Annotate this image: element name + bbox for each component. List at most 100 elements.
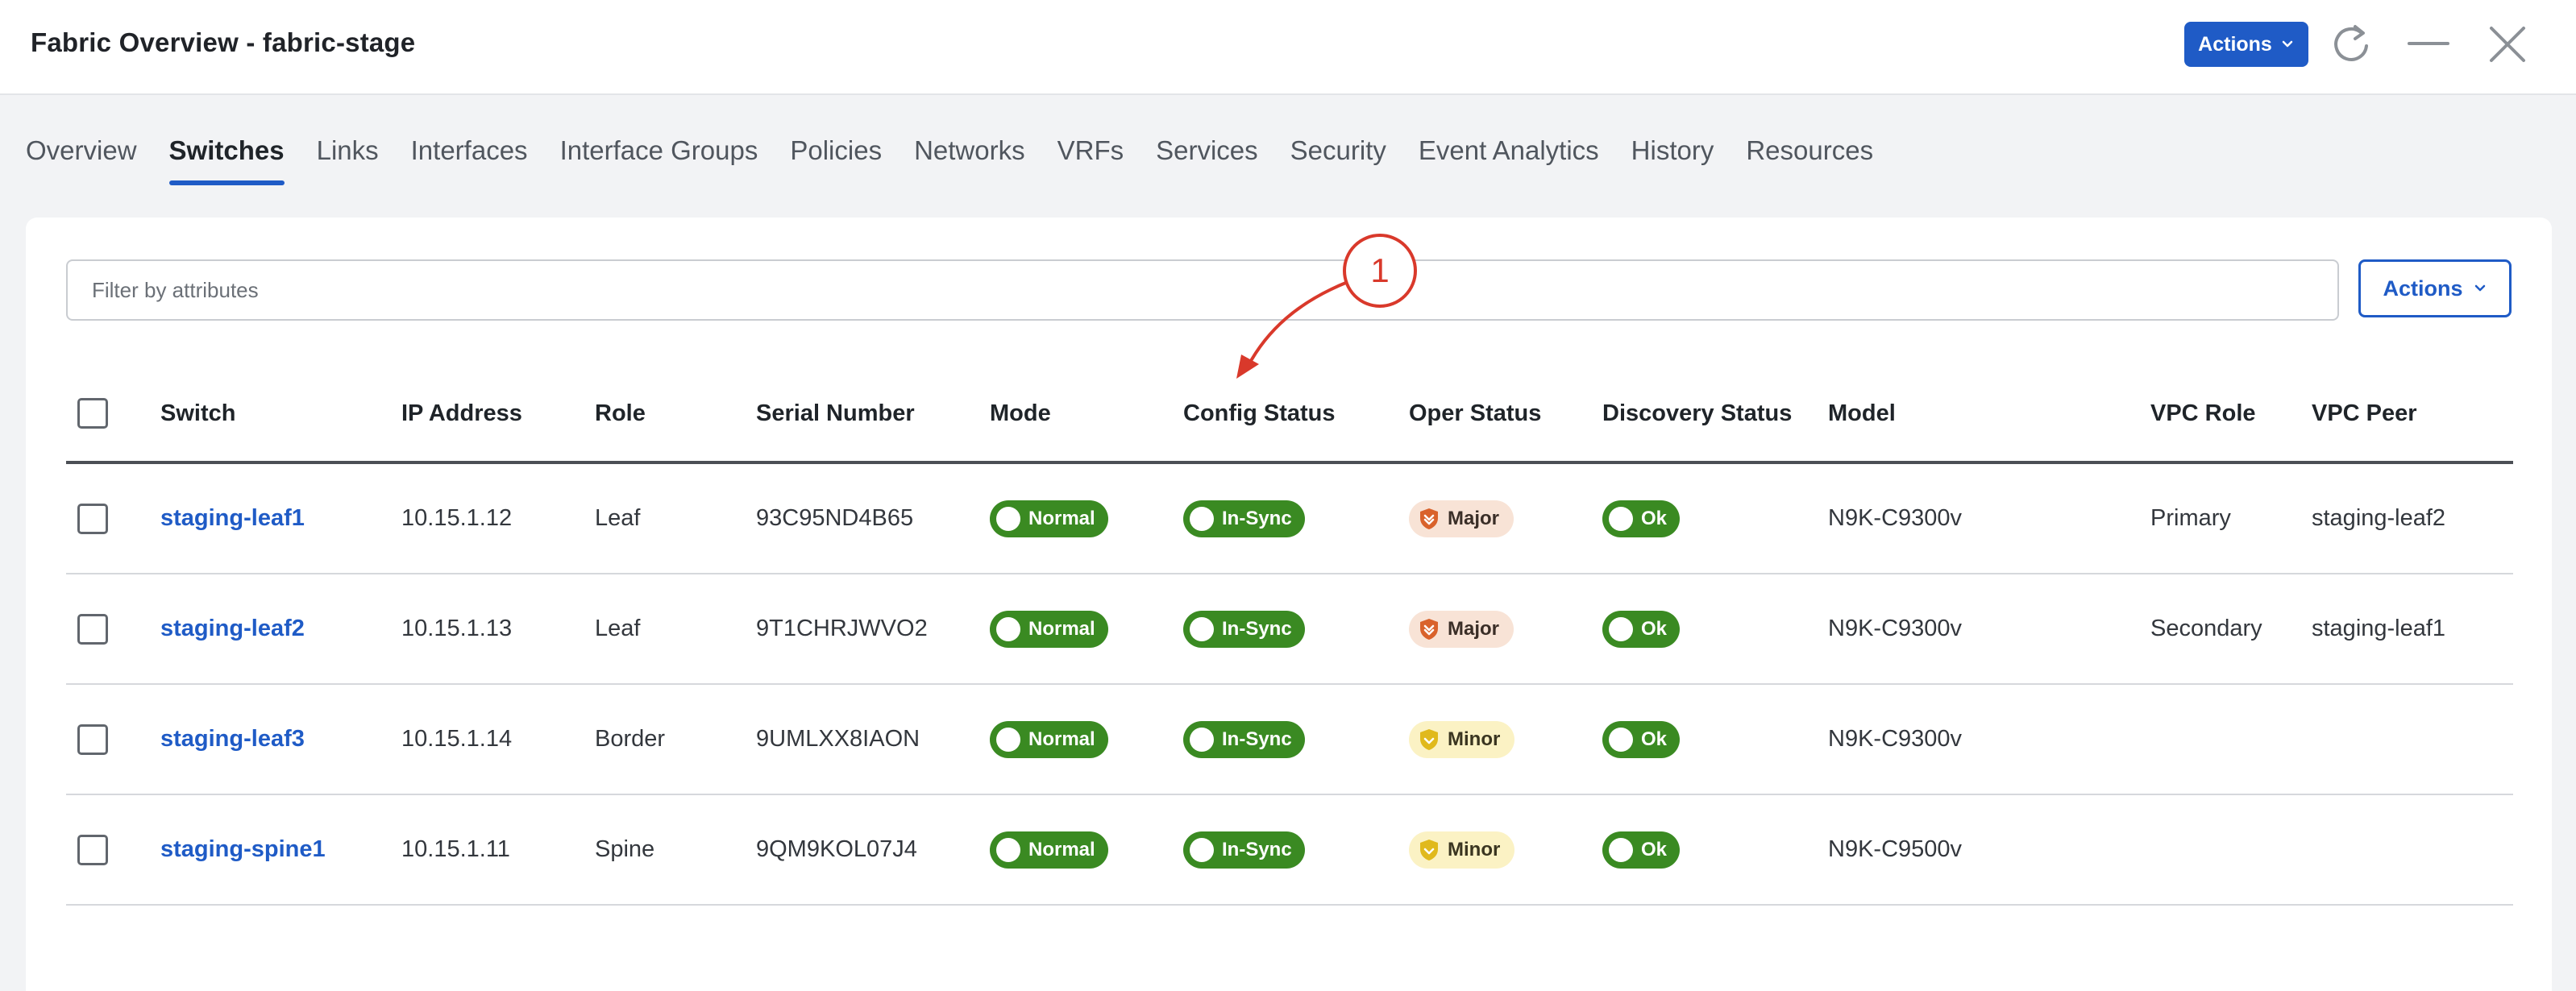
- column-header-model[interactable]: Model: [1828, 363, 1896, 464]
- mode-badge-label: Normal: [1028, 617, 1095, 640]
- switch-name-link[interactable]: staging-spine1: [160, 795, 326, 904]
- status-toggle-icon: [996, 616, 1020, 641]
- config-status-badge: In-Sync: [1183, 500, 1305, 537]
- role-cell: Border: [595, 726, 666, 752]
- refresh-icon[interactable]: [2329, 22, 2374, 67]
- column-header-discovery-status[interactable]: Discovery Status: [1602, 363, 1792, 464]
- discovery-status-badge: Ok: [1602, 610, 1681, 648]
- oper-status-cell: Minor: [1409, 685, 1515, 794]
- tab-services[interactable]: Services: [1156, 135, 1258, 185]
- oper-status-badge-label: Major: [1448, 617, 1500, 640]
- ip-address-cell: 10.15.1.14: [401, 726, 513, 752]
- mode-badge: Normal: [990, 831, 1108, 869]
- model-cell: N9K-C9300v: [1828, 505, 1963, 531]
- tab-switches[interactable]: Switches: [168, 135, 285, 185]
- oper-status-cell: Major: [1409, 464, 1514, 573]
- mode-cell: Normal: [990, 685, 1108, 794]
- oper-status-badge: Minor: [1409, 720, 1515, 758]
- chevron-down-icon: [2474, 284, 2485, 292]
- filter-input[interactable]: [66, 259, 2339, 321]
- config-status-cell: In-Sync: [1183, 574, 1305, 683]
- tab-policies[interactable]: Policies: [790, 135, 882, 185]
- minor-shield-icon: [1420, 728, 1438, 750]
- tab-event-analytics[interactable]: Event Analytics: [1419, 135, 1599, 185]
- status-toggle-icon: [1190, 506, 1214, 531]
- column-header-oper-status[interactable]: Oper Status: [1409, 363, 1541, 464]
- serial-number-cell: 9T1CHRJWVO2: [756, 616, 928, 641]
- chevron-down-icon: [2282, 40, 2293, 48]
- switch-name-link[interactable]: staging-leaf3: [160, 685, 305, 794]
- tab-networks[interactable]: Networks: [914, 135, 1025, 185]
- column-header-vpc-peer[interactable]: VPC Peer: [2312, 363, 2417, 464]
- row-select-cell: [77, 795, 108, 904]
- discovery-status-cell: Ok: [1602, 464, 1681, 573]
- column-header-mode[interactable]: Mode: [990, 363, 1051, 464]
- vpc-role-cell: Secondary: [2150, 616, 2262, 641]
- vpc-peer-cell: staging-leaf2: [2312, 505, 2446, 531]
- role-cell: Spine: [595, 836, 655, 862]
- table-row[interactable]: staging-spine1 10.15.1.11 Spine 9QM9KOL07J4…: [66, 795, 2513, 906]
- tab-vrfs[interactable]: VRFs: [1057, 135, 1124, 185]
- config-status-cell: In-Sync: [1183, 795, 1305, 904]
- close-icon[interactable]: [2485, 22, 2530, 67]
- mode-badge: Normal: [990, 610, 1108, 648]
- tab-resources[interactable]: Resources: [1746, 135, 1873, 185]
- tab-security[interactable]: Security: [1290, 135, 1386, 185]
- oper-status-badge: Major: [1409, 500, 1514, 537]
- status-toggle-icon: [1190, 616, 1214, 641]
- column-header-switch[interactable]: Switch: [160, 363, 235, 464]
- header-actions-button[interactable]: Actions: [2184, 22, 2308, 67]
- row-select-cell: [77, 685, 108, 794]
- role-cell: Leaf: [595, 616, 641, 641]
- tab-history[interactable]: History: [1631, 135, 1714, 185]
- minor-shield-icon: [1420, 839, 1438, 860]
- table-row[interactable]: staging-leaf2 10.15.1.13 Leaf 9T1CHRJWVO2 No…: [66, 574, 2513, 685]
- column-header-vpc-role[interactable]: VPC Role: [2150, 363, 2256, 464]
- column-header-role[interactable]: Role: [595, 363, 646, 464]
- oper-status-badge-label: Major: [1448, 507, 1500, 529]
- minimize-icon[interactable]: [2406, 22, 2451, 67]
- tab-links[interactable]: Links: [317, 135, 379, 185]
- status-toggle-icon: [1609, 616, 1633, 641]
- tab-overview[interactable]: Overview: [26, 135, 137, 185]
- table-row[interactable]: staging-leaf3 10.15.1.14 Border 9UMLXX8IAON…: [66, 685, 2513, 795]
- config-status-cell: In-Sync: [1183, 464, 1305, 573]
- config-status-badge: In-Sync: [1183, 610, 1305, 648]
- row-checkbox[interactable]: [77, 724, 108, 755]
- switches-table: Switch IP Address Role Serial Number Mod…: [66, 363, 2513, 906]
- config-status-badge: In-Sync: [1183, 831, 1305, 869]
- model-cell: N9K-C9500v: [1828, 836, 1963, 862]
- status-toggle-icon: [1609, 727, 1633, 752]
- select-all-checkbox[interactable]: [77, 398, 108, 429]
- mode-badge-label: Normal: [1028, 728, 1095, 750]
- tab-interface-groups[interactable]: Interface Groups: [560, 135, 758, 185]
- callout-marker: 1: [1343, 234, 1417, 308]
- tab-interfaces[interactable]: Interfaces: [411, 135, 528, 185]
- serial-number-cell: 9UMLXX8IAON: [756, 726, 920, 752]
- config-status-badge: In-Sync: [1183, 720, 1305, 758]
- mode-badge: Normal: [990, 500, 1108, 537]
- vpc-role-cell: Primary: [2150, 505, 2231, 531]
- row-checkbox[interactable]: [77, 503, 108, 534]
- oper-status-badge-label: Minor: [1448, 728, 1501, 750]
- column-header-serial-number[interactable]: Serial Number: [756, 363, 915, 464]
- switch-name-link[interactable]: staging-leaf1: [160, 464, 305, 573]
- mode-cell: Normal: [990, 795, 1108, 904]
- mode-cell: Normal: [990, 574, 1108, 683]
- serial-number-cell: 93C95ND4B65: [756, 505, 914, 531]
- switch-name-link[interactable]: staging-leaf2: [160, 574, 305, 683]
- major-shield-icon: [1420, 618, 1438, 640]
- table-row[interactable]: staging-leaf1 10.15.1.12 Leaf 93C95ND4B65 No…: [66, 464, 2513, 574]
- header-actions-label: Actions: [2198, 32, 2272, 56]
- table-actions-button[interactable]: Actions: [2358, 259, 2512, 317]
- config-status-badge-label: In-Sync: [1222, 838, 1292, 860]
- row-checkbox[interactable]: [77, 834, 108, 865]
- column-header-ip-address[interactable]: IP Address: [401, 363, 522, 464]
- discovery-status-cell: Ok: [1602, 685, 1681, 794]
- switches-card: Actions Switch IP Address Role Serial Nu…: [26, 218, 2552, 991]
- oper-status-badge-label: Minor: [1448, 838, 1501, 860]
- column-header-config-status[interactable]: Config Status: [1183, 363, 1336, 464]
- row-checkbox[interactable]: [77, 613, 108, 645]
- status-toggle-icon: [1609, 506, 1633, 531]
- tab-bar: Overview Switches Links Interfaces Interface…: [26, 135, 1873, 185]
